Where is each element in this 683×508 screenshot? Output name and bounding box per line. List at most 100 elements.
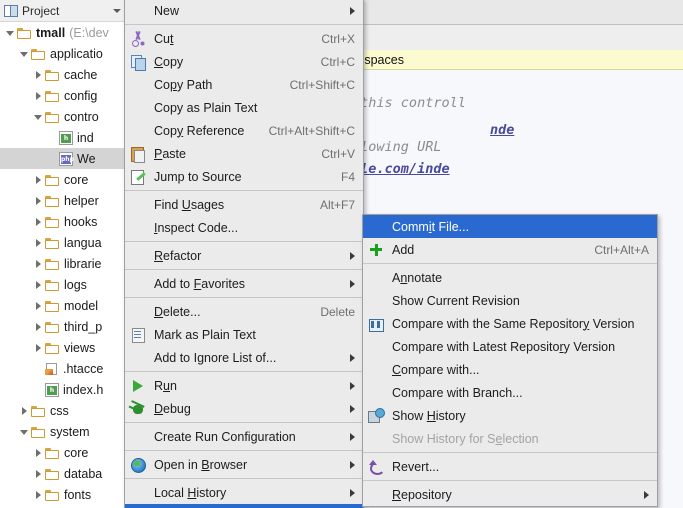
chevron-right-icon[interactable] <box>32 257 45 270</box>
menu-separator <box>125 269 363 270</box>
folder-icon <box>17 27 32 39</box>
menu-item-refactor[interactable]: Refactor <box>125 244 363 267</box>
tree-item-label: We <box>77 151 96 166</box>
menu-item-label: Find Usages <box>154 197 225 212</box>
menu-item-jump-to-source[interactable]: Jump to Source F4 <box>125 165 363 188</box>
tree-item-label: helper <box>64 193 99 208</box>
chevron-down-icon[interactable] <box>18 47 31 60</box>
menu-item-compare-with-the-same-repository-version[interactable]: Compare with the Same Repository Version <box>363 312 657 335</box>
chevron-right-icon[interactable] <box>32 341 45 354</box>
menu-item-compare-with[interactable]: Compare with... <box>363 358 657 381</box>
htaccess-file-icon <box>45 362 59 376</box>
tree-item-label: css <box>50 403 69 418</box>
menu-separator <box>125 371 363 372</box>
chevron-down-icon[interactable] <box>32 110 45 123</box>
chevron-down-icon[interactable] <box>4 26 17 39</box>
menu-item-debug[interactable]: Debug <box>125 397 363 420</box>
chevron-right-icon[interactable] <box>32 89 45 102</box>
menu-item-find-usages[interactable]: Find Usages Alt+F7 <box>125 193 363 216</box>
menu-item-label: Show History for Selection <box>392 431 539 446</box>
tree-item-label: cache <box>64 67 98 82</box>
chevron-right-icon[interactable] <box>32 194 45 207</box>
folder-icon <box>45 300 60 312</box>
menu-separator <box>125 478 363 479</box>
chevron-right-icon[interactable] <box>32 236 45 249</box>
chevron-right-icon[interactable] <box>32 299 45 312</box>
submenu-arrow-icon <box>350 404 355 413</box>
menu-item-compare-with-branch[interactable]: Compare with Branch... <box>363 381 657 404</box>
menu-item-annotate[interactable]: Annotate <box>363 266 657 289</box>
menu-item-cut[interactable]: Cut Ctrl+X <box>125 27 363 50</box>
chevron-right-icon[interactable] <box>32 446 45 459</box>
file-type-badge: h <box>47 385 57 395</box>
chevron-right-icon[interactable] <box>32 488 45 501</box>
menu-item-label: Create Run Configuration <box>154 429 296 444</box>
menu-item-mark-as-plain-text[interactable]: Mark as Plain Text <box>125 323 363 346</box>
tree-item-label: applicatio <box>50 46 103 61</box>
git-submenu[interactable]: Commit File... Add Ctrl+Alt+A Annotate Show … <box>362 214 658 507</box>
revert-icon <box>368 459 385 475</box>
menu-item-shortcut: Delete <box>320 304 355 319</box>
folder-icon <box>45 279 60 291</box>
chevron-right-icon[interactable] <box>32 68 45 81</box>
menu-item-add-to-favorites[interactable]: Add to Favorites <box>125 272 363 295</box>
menu-item-copy-as-plain-text[interactable]: Copy as Plain Text <box>125 96 363 119</box>
scissors-icon <box>130 31 146 47</box>
folder-icon <box>45 216 60 228</box>
menu-item-repository[interactable]: Repository <box>363 483 657 506</box>
folder-icon <box>31 405 46 417</box>
chevron-right-icon[interactable] <box>32 278 45 291</box>
menu-item-copy[interactable]: Copy Ctrl+C <box>125 50 363 73</box>
menu-item-show-current-revision[interactable]: Show Current Revision <box>363 289 657 312</box>
chevron-down-icon[interactable] <box>18 425 31 438</box>
chevron-right-icon[interactable] <box>32 173 45 186</box>
menu-item-add[interactable]: Add Ctrl+Alt+A <box>363 238 657 261</box>
tree-item-label: librarie <box>64 256 102 271</box>
menu-item-run[interactable]: Run <box>125 374 363 397</box>
submenu-arrow-icon <box>350 6 355 15</box>
menu-item-new[interactable]: New <box>125 0 363 22</box>
debug-icon <box>130 399 146 417</box>
chevron-down-icon[interactable] <box>113 8 122 13</box>
menu-item-git[interactable]: Git <box>125 504 363 508</box>
folder-icon <box>45 195 60 207</box>
tree-item-label: fonts <box>64 487 92 502</box>
submenu-arrow-icon <box>350 251 355 260</box>
menu-item-shortcut: Ctrl+Alt+A <box>594 242 649 257</box>
chevron-right-icon[interactable] <box>18 404 31 417</box>
project-icon <box>4 4 18 17</box>
menu-item-label: Compare with the Same Repository Version <box>392 316 635 331</box>
menu-item-copy-path[interactable]: Copy Path Ctrl+Shift+C <box>125 73 363 96</box>
menu-item-compare-with-latest-repository-version[interactable]: Compare with Latest Repository Version <box>363 335 657 358</box>
folder-icon <box>31 426 46 438</box>
menu-item-add-to-ignore-list-of[interactable]: Add to Ignore List of... <box>125 346 363 369</box>
menu-item-show-history[interactable]: Show History <box>363 404 657 427</box>
menu-item-delete[interactable]: Delete... Delete <box>125 300 363 323</box>
menu-item-copy-reference[interactable]: Copy Reference Ctrl+Alt+Shift+C <box>125 119 363 142</box>
menu-item-commit-file[interactable]: Commit File... <box>363 215 657 238</box>
chevron-right-icon[interactable] <box>32 215 45 228</box>
menu-item-open-in-browser[interactable]: Open in Browser <box>125 453 363 476</box>
folder-icon <box>45 447 60 459</box>
menu-item-revert[interactable]: Revert... <box>363 455 657 478</box>
menu-item-inspect-code[interactable]: Inspect Code... <box>125 216 363 239</box>
menu-separator <box>125 450 363 451</box>
chevron-right-icon[interactable] <box>32 320 45 333</box>
menu-item-label: Compare with... <box>392 362 480 377</box>
submenu-arrow-icon <box>350 460 355 469</box>
menu-item-shortcut: Ctrl+C <box>320 54 355 69</box>
context-menu[interactable]: New Cut Ctrl+X Copy Ctrl+C Copy Path Ctrl+Shif… <box>124 0 364 508</box>
menu-item-create-run-configuration[interactable]: Create Run Configuration <box>125 425 363 448</box>
menu-item-label: Cut <box>154 31 174 46</box>
menu-item-label: New <box>154 3 180 18</box>
folder-icon <box>45 90 60 102</box>
chevron-right-icon[interactable] <box>32 467 45 480</box>
tree-item-label: views <box>64 340 96 355</box>
menu-item-label: Show History <box>392 408 466 423</box>
menu-item-paste[interactable]: Paste Ctrl+V <box>125 142 363 165</box>
menu-item-label: Commit File... <box>392 219 470 234</box>
menu-separator <box>363 480 657 481</box>
menu-item-local-history[interactable]: Local History <box>125 481 363 504</box>
submenu-arrow-icon <box>350 381 355 390</box>
